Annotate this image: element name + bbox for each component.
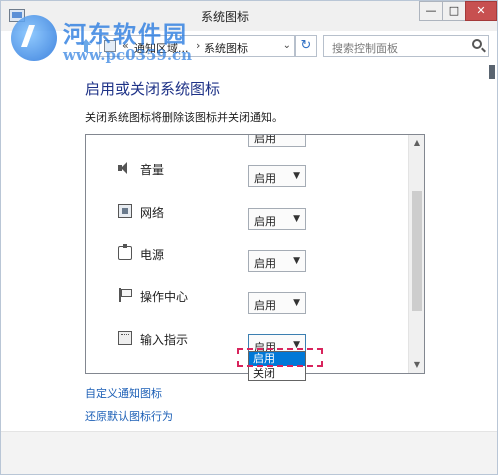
- restore-default-icon-behavior-link[interactable]: 还原默认图标行为: [85, 408, 173, 424]
- refresh-button[interactable]: ↻: [295, 35, 317, 57]
- list-item-volume: 音量 启用 ▼: [86, 161, 410, 203]
- vertical-scrollbar[interactable]: ▲ ▼: [408, 135, 424, 373]
- scroll-up-icon[interactable]: ▲: [411, 137, 423, 149]
- customize-notification-icons-link[interactable]: 自定义通知图标: [85, 385, 162, 401]
- search-placeholder: 搜索控制面板: [332, 42, 398, 55]
- scroll-down-icon[interactable]: ▼: [411, 359, 423, 371]
- action-center-select[interactable]: 启用 ▼: [248, 292, 306, 314]
- maximize-button[interactable]: □: [442, 1, 466, 21]
- system-icons-list[interactable]: 启用 音量 启用 ▼ 网络 启用 ▼ 电源 启用 ▼ 操作中心 启用 ▼ 输入指…: [85, 134, 425, 374]
- flag-icon: [118, 288, 132, 302]
- speaker-icon: [118, 161, 132, 175]
- chevron-down-icon: ▼: [293, 171, 300, 181]
- list-item-action-center: 操作中心 启用 ▼: [86, 288, 410, 330]
- breadcrumb-separator[interactable]: ›: [196, 39, 200, 52]
- network-icon: [118, 204, 132, 218]
- row-label: 网络: [140, 206, 165, 220]
- annotation-highlight: [237, 348, 323, 367]
- control-panel-window: 系统图标 — □ ✕ « 通知区域... › 系统图标 ⌄ ↻ 搜索控制面板 河…: [0, 0, 498, 475]
- address-dropdown-icon[interactable]: ⌄: [283, 40, 291, 51]
- chevron-down-icon: ▼: [293, 256, 300, 266]
- page-title: 启用或关闭系统图标: [85, 80, 221, 98]
- list-item-power: 电源 启用 ▼: [86, 244, 410, 288]
- select-value: 启用: [254, 257, 276, 270]
- keyboard-icon: [118, 331, 132, 345]
- window-title: 系统图标: [201, 10, 250, 24]
- row-label: 输入指示: [140, 333, 189, 347]
- window-edge-marker: [489, 65, 495, 79]
- search-input[interactable]: 搜索控制面板: [323, 35, 489, 57]
- chevron-down-icon: ▼: [293, 298, 300, 308]
- select-value: 启用: [254, 299, 276, 312]
- watermark-url: www.pc0359.cn: [63, 46, 193, 64]
- watermark-title: 河东软件园: [63, 21, 188, 48]
- row-label: 音量: [140, 163, 165, 177]
- dropdown-option-disable[interactable]: 关闭: [249, 367, 305, 381]
- row-label: 操作中心: [140, 290, 189, 304]
- select-value: 启用: [254, 172, 276, 185]
- power-icon: [118, 244, 132, 260]
- volume-select[interactable]: 启用 ▼: [248, 165, 306, 187]
- scroll-thumb[interactable]: [412, 191, 422, 311]
- close-button[interactable]: ✕: [465, 1, 497, 21]
- minimize-button[interactable]: —: [419, 1, 443, 21]
- network-select[interactable]: 启用 ▼: [248, 208, 306, 230]
- page-description: 关闭系统图标将删除该图标并关闭通知。: [85, 111, 283, 124]
- list-item-network: 网络 启用 ▼: [86, 204, 410, 246]
- select-value: 启用: [254, 215, 276, 228]
- search-icon[interactable]: [472, 39, 482, 49]
- power-select[interactable]: 启用 ▼: [248, 250, 306, 272]
- breadcrumb-system-icons[interactable]: 系统图标: [204, 40, 248, 56]
- chevron-down-icon: ▼: [293, 214, 300, 224]
- row-label: 电源: [140, 248, 165, 262]
- partial-row-select[interactable]: 启用: [248, 134, 306, 147]
- partial-row-select-value: 启用: [254, 134, 276, 145]
- watermark-logo: [11, 15, 57, 61]
- footer-area: [1, 432, 497, 474]
